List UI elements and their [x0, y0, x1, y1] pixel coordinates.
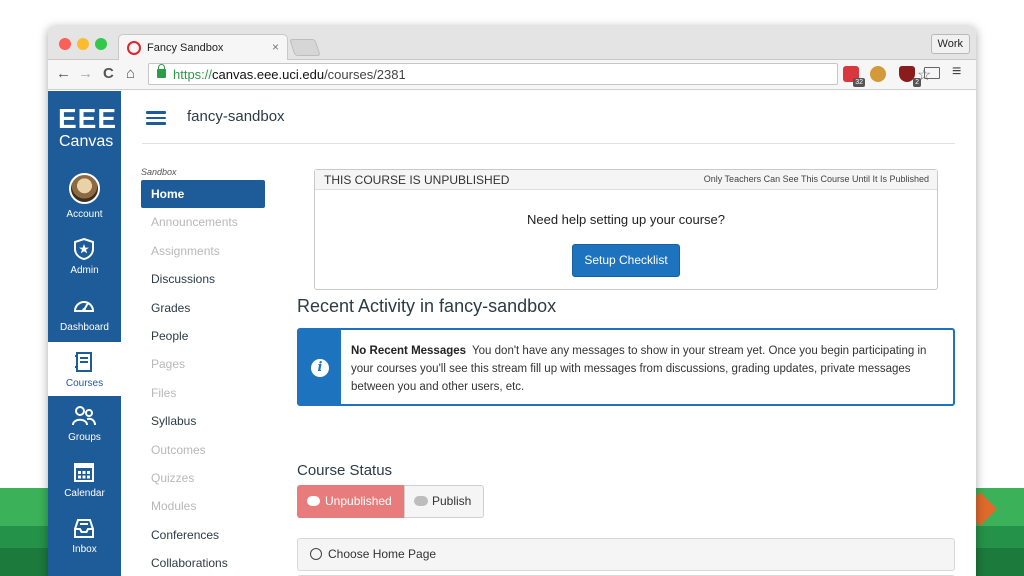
unpublished-notice-header: THIS COURSE IS UNPUBLISHED Only Teachers…	[315, 170, 937, 190]
extension-mail-icon[interactable]: 32	[843, 66, 865, 87]
course-nav-item-people[interactable]: People	[141, 322, 265, 350]
extension-badge: 2	[913, 78, 921, 87]
choose-home-page-label: Choose Home Page	[328, 547, 437, 561]
course-nav-item-conferences[interactable]: Conferences	[141, 521, 265, 549]
global-navigation: EEE Canvas Account Admin Dashboard Cours…	[48, 91, 121, 576]
info-icon: i	[311, 359, 329, 377]
course-nav-item-grades[interactable]: Grades	[141, 294, 265, 322]
setup-help-text: Need help setting up your course?	[526, 212, 725, 227]
course-navigation: Sandbox Home Announcements Assignments Disc…	[141, 167, 265, 576]
minimize-window-button[interactable]	[77, 38, 89, 50]
calendar-icon	[74, 463, 94, 482]
course-nav-item-assignments[interactable]: Assignments	[141, 237, 265, 265]
maximize-window-button[interactable]	[95, 38, 107, 50]
cloud-icon	[307, 496, 320, 506]
tab-close-icon[interactable]: ×	[272, 40, 279, 54]
logo-line-1: EEE	[58, 103, 118, 134]
global-nav-account[interactable]: Account	[48, 171, 121, 225]
cloud-icon	[414, 496, 428, 506]
course-nav-item-syllabus[interactable]: Syllabus	[141, 407, 265, 435]
profile-button[interactable]: Work	[930, 34, 970, 54]
eee-canvas-logo[interactable]: EEE Canvas	[48, 105, 121, 151]
close-window-button[interactable]	[59, 38, 71, 50]
forward-icon[interactable]: →	[78, 65, 93, 83]
recent-activity-message: No Recent Messages You don't have any mes…	[351, 342, 947, 396]
global-nav-label: Inbox	[72, 544, 97, 555]
clock-icon	[310, 548, 322, 560]
lock-icon	[157, 64, 166, 78]
global-nav-label: Admin	[70, 265, 99, 276]
global-nav-inbox[interactable]: Inbox	[48, 508, 121, 562]
course-status-title: Course Status	[297, 462, 393, 479]
reload-icon[interactable]: C	[103, 65, 114, 83]
course-nav-item-outcomes[interactable]: Outcomes	[141, 436, 265, 464]
course-nav-list: Home Announcements Assignments Discussions G…	[141, 180, 265, 576]
global-nav-calendar[interactable]: Calendar	[48, 452, 121, 506]
global-nav-courses[interactable]: Courses	[48, 342, 121, 396]
course-nav-item-files[interactable]: Files	[141, 379, 265, 407]
global-nav-label: Account	[66, 209, 103, 220]
browser-window: Fancy Sandbox × Work ← → C ⌂ https://can…	[48, 26, 976, 576]
groups-icon	[72, 406, 96, 426]
recent-activity-alert: i No Recent Messages You don't have any m…	[297, 328, 955, 406]
main-content: THIS COURSE IS UNPUBLISHED Only Teachers…	[297, 91, 957, 576]
global-nav-groups[interactable]: Groups	[48, 396, 121, 450]
unpublished-notice: THIS COURSE IS UNPUBLISHED Only Teachers…	[314, 169, 938, 290]
setup-checklist-button[interactable]: Setup Checklist	[572, 244, 680, 277]
new-tab-button[interactable]	[289, 39, 321, 56]
course-nav-item-modules[interactable]: Modules	[141, 492, 265, 520]
publish-label: Publish	[432, 494, 472, 508]
extension-cookie-icon[interactable]	[870, 66, 886, 82]
course-nav-item-home[interactable]: Home	[141, 180, 265, 209]
browser-toolbar: ← → C ⌂ https://canvas.eee.uci.edu/cours…	[48, 60, 976, 90]
url-host: canvas.eee.uci.edu	[212, 67, 325, 82]
global-nav-label: Dashboard	[60, 322, 109, 333]
browser-tab[interactable]: Fancy Sandbox ×	[118, 34, 288, 61]
home-icon[interactable]: ⌂	[126, 65, 135, 83]
breadcrumb[interactable]: fancy-sandbox	[187, 108, 285, 125]
tab-strip: Fancy Sandbox × Work	[48, 26, 976, 61]
logo-line-2: Canvas	[59, 133, 114, 150]
unpublished-button[interactable]: Unpublished	[297, 485, 404, 518]
inbox-icon	[74, 519, 94, 538]
global-nav-label: Groups	[68, 432, 101, 443]
choose-home-page-button[interactable]: Choose Home Page	[297, 538, 955, 571]
global-nav-admin[interactable]: Admin	[48, 229, 121, 283]
unpublished-label: Unpublished	[325, 494, 392, 508]
recent-activity-title: Recent Activity in fancy-sandbox	[297, 296, 557, 316]
url-scheme: https://	[173, 67, 213, 82]
url-path: /courses/2381	[324, 67, 406, 82]
recent-activity-heading: No Recent Messages	[351, 345, 467, 357]
course-nav-item-announcements[interactable]: Announcements	[141, 208, 265, 236]
global-nav-dashboard[interactable]: Dashboard	[48, 286, 121, 340]
global-nav-label: Courses	[65, 378, 104, 389]
avatar	[69, 173, 100, 204]
cast-icon[interactable]	[924, 67, 940, 79]
shield-icon	[74, 237, 94, 261]
course-nav-item-discussions[interactable]: Discussions	[141, 265, 265, 293]
url-text: https://canvas.eee.uci.edu/courses/2381	[173, 67, 406, 82]
course-nav-heading: Sandbox	[141, 167, 177, 177]
extension-badge: 32	[853, 78, 865, 87]
extension-shield-icon[interactable]: 2	[899, 66, 921, 87]
dashboard-icon	[73, 301, 95, 312]
course-nav-item-quizzes[interactable]: Quizzes	[141, 464, 265, 492]
alert-strip: i	[299, 330, 341, 404]
browser-menu-icon[interactable]: ≡	[952, 63, 961, 81]
hamburger-icon[interactable]	[146, 111, 166, 125]
global-nav-label: Calendar	[64, 488, 105, 499]
back-icon[interactable]: ←	[56, 65, 71, 83]
unpublished-note: Only Teachers Can See This Course Until …	[703, 174, 929, 184]
course-nav-item-collaborations[interactable]: Collaborations	[141, 549, 265, 576]
course-nav-item-pages[interactable]: Pages	[141, 350, 265, 378]
book-icon	[75, 352, 92, 372]
tab-title: Fancy Sandbox	[147, 42, 224, 54]
unpublished-title: THIS COURSE IS UNPUBLISHED	[324, 173, 510, 187]
publish-button[interactable]: Publish	[404, 485, 484, 518]
canvas-favicon-icon	[127, 41, 141, 55]
address-bar[interactable]: https://canvas.eee.uci.edu/courses/2381 …	[148, 63, 931, 85]
canvas-app: EEE Canvas Account Admin Dashboard Cours…	[48, 91, 976, 576]
